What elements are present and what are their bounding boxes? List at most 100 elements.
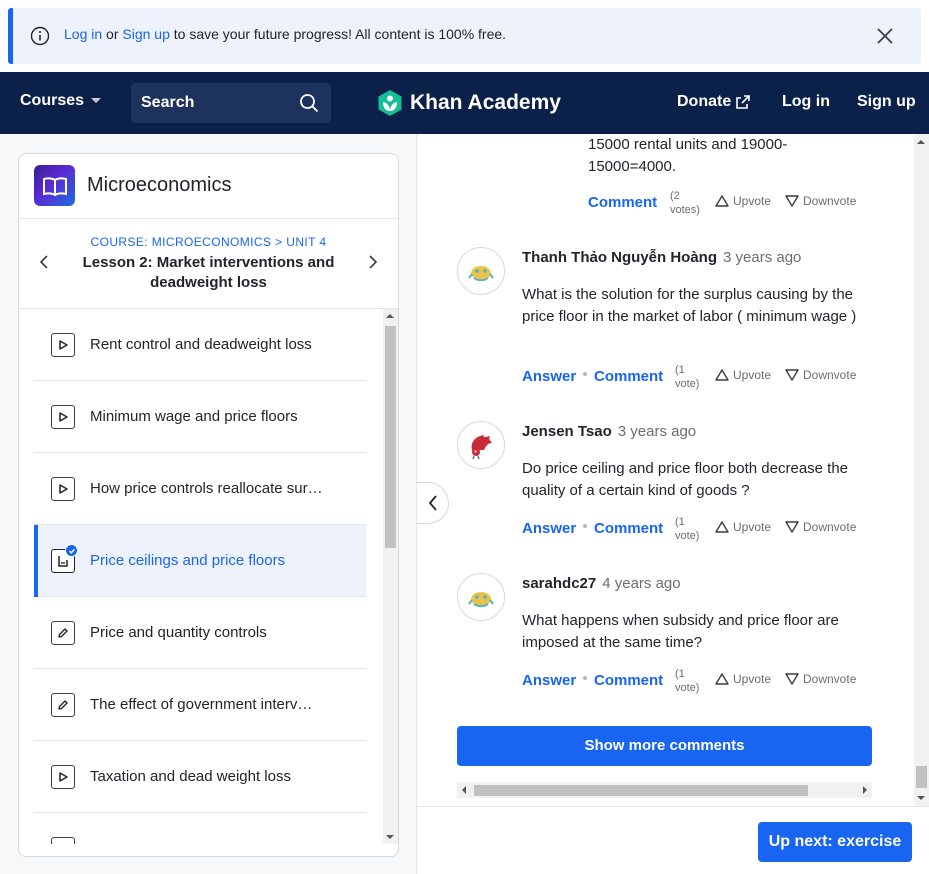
list-item-label: Taxation and dead weight loss (90, 768, 291, 785)
banner-signup-link[interactable]: Sign up (122, 26, 169, 42)
logo-text: Khan Academy (410, 91, 561, 114)
horizontal-scrollbar[interactable] (457, 782, 872, 798)
list-item-label: How price controls reallocate sur… (90, 480, 323, 497)
list-item[interactable]: The effect of government interv… (34, 669, 366, 741)
list-item[interactable]: Rent control and deadweight loss (34, 309, 366, 381)
downvote-button[interactable]: Downvote (785, 368, 856, 382)
answer-button[interactable]: Answer (522, 368, 576, 385)
comment-button[interactable]: Comment (594, 520, 663, 537)
downvote-button[interactable]: Downvote (785, 194, 856, 208)
downvote-button[interactable]: Downvote (785, 672, 856, 686)
scroll-left-arrow-icon[interactable] (462, 786, 466, 794)
blob-creature-avatar-icon (468, 592, 494, 608)
signup-link[interactable]: Sign up (857, 93, 916, 111)
avatar[interactable] (457, 421, 505, 469)
notification-banner-area: Log in or Sign up to save your future pr… (0, 0, 929, 72)
scroll-up-arrow-icon[interactable] (386, 314, 394, 318)
separator-dot (583, 372, 587, 376)
banner-login-link[interactable]: Log in (64, 26, 102, 42)
scroll-up-arrow-icon[interactable] (917, 140, 925, 144)
scroll-right-arrow-icon[interactable] (863, 786, 867, 794)
list-item[interactable]: Taxation and dead weight loss (34, 741, 366, 813)
close-icon[interactable] (875, 26, 895, 46)
upvote-button[interactable]: Upvote (715, 520, 771, 534)
play-icon (51, 405, 75, 429)
chevron-left-icon[interactable] (37, 254, 53, 270)
comment-button[interactable]: Comment (588, 194, 657, 211)
comment-body: 15000 rental units and 19000- 15000=4000… (588, 134, 828, 178)
downvote-label: Downvote (803, 194, 857, 208)
list-item-active[interactable]: Price ceilings and price floors (34, 525, 366, 597)
comments-panel: 15000 rental units and 19000- 15000=4000… (416, 134, 929, 874)
vote-count: (1 vote) (675, 515, 715, 543)
khan-academy-logo[interactable]: Khan Academy (376, 89, 561, 117)
blob-creature-avatar-icon (468, 266, 494, 282)
vote-count-line: vote) (675, 682, 700, 694)
search-input[interactable] (141, 83, 291, 123)
horizontal-scroll-thumb[interactable] (474, 785, 808, 796)
search-icon[interactable] (299, 93, 319, 113)
list-item-label: Rent control and deadweight loss (90, 336, 312, 353)
notification-banner: Log in or Sign up to save your future pr… (8, 8, 921, 64)
answer-button[interactable]: Answer (522, 672, 576, 689)
donate-link[interactable]: Donate (677, 93, 751, 111)
play-icon (51, 333, 75, 357)
comment-body: Do price ceiling and price floor both de… (522, 460, 849, 499)
play-icon (51, 765, 75, 789)
list-item-partial[interactable] (34, 813, 366, 844)
upvote-icon (715, 195, 729, 207)
vote-count-line: votes) (670, 204, 700, 216)
course-header: Microeconomics (19, 154, 398, 219)
play-icon (51, 837, 75, 844)
search-box[interactable] (131, 83, 331, 123)
author-name: sarahdc27 (522, 575, 597, 592)
lesson-navigator: COURSE: MICROECONOMICS > UNIT 4 Lesson 2… (19, 219, 398, 309)
collapse-sidebar-button[interactable] (417, 482, 449, 524)
downvote-icon (785, 521, 799, 533)
upvote-button[interactable]: Upvote (715, 194, 771, 208)
banner-message: Log in or Sign up to save your future pr… (64, 26, 506, 42)
upvote-label: Upvote (733, 368, 772, 382)
courses-menu-button[interactable]: Courses (20, 92, 102, 110)
comment-button[interactable]: Comment (594, 672, 663, 689)
comments-scroll-thumb[interactable] (916, 766, 927, 788)
show-more-comments-button[interactable]: Show more comments (457, 726, 872, 766)
external-link-icon (736, 95, 751, 109)
downvote-button[interactable]: Downvote (785, 520, 856, 534)
list-item-label: Price and quantity controls (90, 624, 267, 641)
login-link[interactable]: Log in (782, 93, 830, 111)
list-item[interactable]: Price and quantity controls (34, 597, 366, 669)
footer-bar: Up next: exercise (417, 806, 929, 874)
comment-timestamp: 3 years ago (617, 423, 697, 440)
khan-leaf-logo-icon (378, 90, 402, 116)
author-name: Thanh Thảo Nguyễn Hoàng (522, 249, 717, 266)
answer-button[interactable]: Answer (522, 520, 576, 537)
comment-author[interactable]: Jensen Tsao 3 years ago (522, 423, 696, 440)
upvote-button[interactable]: Upvote (715, 368, 771, 382)
vote-count-line: (1 (675, 668, 685, 680)
avatar[interactable] (457, 573, 505, 621)
list-item[interactable]: Minimum wage and price floors (34, 381, 366, 453)
avatar[interactable] (457, 247, 505, 295)
sidebar-scrollbar[interactable] (383, 309, 398, 844)
comment-author[interactable]: Thanh Thảo Nguyễn Hoàng 3 years ago (522, 249, 801, 266)
course-book-icon (34, 165, 75, 206)
chevron-right-icon[interactable] (364, 254, 380, 270)
course-title[interactable]: Microeconomics (87, 174, 231, 197)
author-name: Jensen Tsao (522, 423, 612, 440)
comments-scrollbar[interactable] (914, 134, 929, 806)
vote-count: (2 votes) (670, 189, 710, 217)
scroll-down-arrow-icon[interactable] (917, 796, 925, 800)
vote-count-line: vote) (675, 378, 700, 390)
breadcrumb-unit-link[interactable]: UNIT 4 (286, 235, 326, 249)
scroll-down-arrow-icon[interactable] (386, 835, 394, 839)
courses-label: Courses (20, 92, 85, 109)
breadcrumb-course-link[interactable]: COURSE: MICROECONOMICS (91, 235, 272, 249)
list-item[interactable]: How price controls reallocate sur… (34, 453, 366, 525)
comment-button[interactable]: Comment (594, 368, 663, 385)
sidebar-scroll-thumb[interactable] (385, 326, 396, 548)
pencil-icon (51, 621, 75, 645)
upvote-button[interactable]: Upvote (715, 672, 771, 686)
up-next-exercise-button[interactable]: Up next: exercise (758, 822, 912, 862)
comment-author[interactable]: sarahdc27 4 years ago (522, 575, 681, 592)
